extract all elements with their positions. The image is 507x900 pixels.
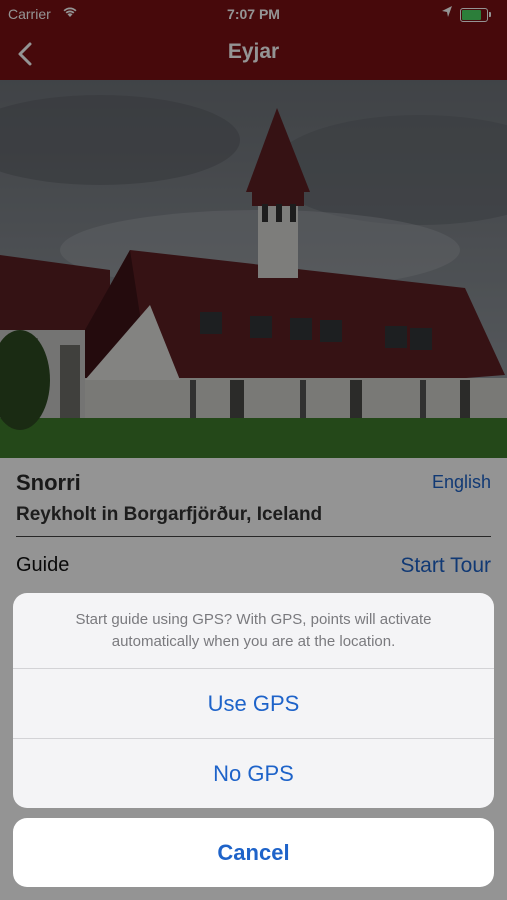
use-gps-button[interactable]: Use GPS — [13, 669, 494, 739]
gps-action-sheet: Start guide using GPS? With GPS, points … — [13, 593, 494, 808]
action-sheet-message: Start guide using GPS? With GPS, points … — [75, 611, 432, 650]
no-gps-button[interactable]: No GPS — [13, 739, 494, 808]
cancel-button[interactable]: Cancel — [13, 818, 494, 887]
